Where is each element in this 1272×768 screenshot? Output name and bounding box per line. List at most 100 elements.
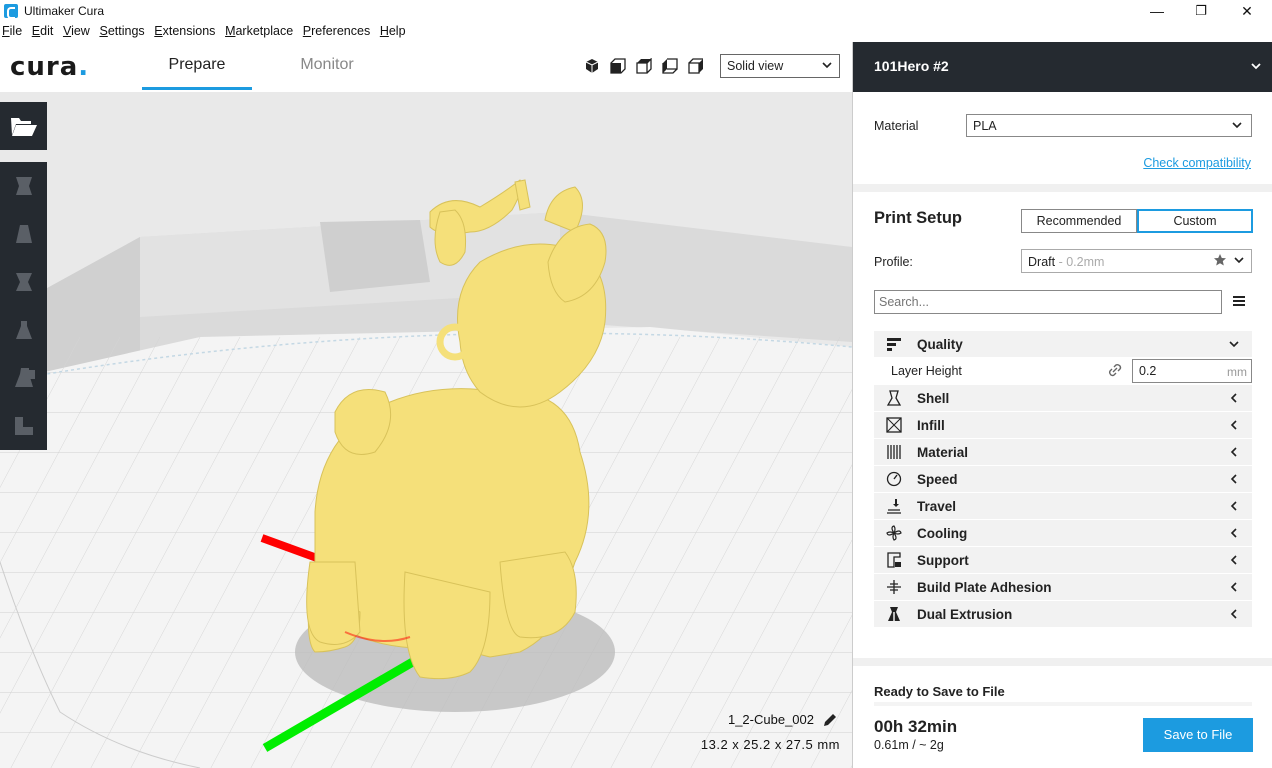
3d-viewport[interactable] (0, 92, 852, 768)
category-label: Shell (917, 391, 950, 406)
category-travel[interactable]: Travel (874, 493, 1252, 520)
check-compatibility-link[interactable]: Check compatibility (1143, 156, 1251, 170)
menu-preferences[interactable]: Preferences (303, 22, 370, 38)
view-right-icon (688, 58, 703, 74)
tool-strip (0, 162, 47, 450)
view-front-button[interactable] (610, 58, 626, 74)
window-title: Ultimaker Cura (24, 4, 105, 18)
category-label: Dual Extrusion (917, 607, 1013, 622)
view-left-icon (662, 58, 678, 74)
menu-file[interactable]: File (2, 22, 22, 38)
material-label: Material (874, 119, 919, 133)
per-model-settings-button[interactable] (0, 354, 47, 402)
support-blocker-button[interactable] (0, 402, 47, 450)
chevron-down-icon (1234, 257, 1244, 264)
dual-extrusion-icon (888, 607, 900, 621)
view-mode-value: Solid view (727, 59, 784, 73)
support-icon (887, 552, 901, 568)
category-label: Travel (917, 499, 957, 514)
menu-edit[interactable]: Edit (32, 22, 54, 38)
save-status: Ready to Save to File (874, 684, 1005, 699)
folder-open-icon (10, 118, 37, 136)
link-icon[interactable] (1108, 363, 1122, 377)
category-support[interactable]: Support (874, 547, 1252, 574)
chevron-down-icon (822, 62, 832, 69)
category-dual-extrusion[interactable]: Dual Extrusion (874, 601, 1252, 628)
tab-monitor[interactable]: Monitor (272, 56, 382, 74)
category-label: Build Plate Adhesion (917, 580, 1052, 595)
pencil-icon[interactable] (822, 712, 838, 728)
cooling-icon (886, 525, 902, 541)
hamburger-menu-icon[interactable] (1233, 294, 1245, 308)
material-select[interactable]: PLA (966, 114, 1252, 137)
view-front-icon (610, 58, 626, 74)
maximize-button[interactable]: ❐ (1178, 0, 1224, 22)
view-right-button[interactable] (688, 58, 704, 74)
view-left-button[interactable] (662, 58, 678, 74)
star-icon[interactable] (1213, 253, 1227, 267)
minimize-button[interactable]: — (1134, 0, 1180, 22)
title-bar: Ultimaker Cura — ❐ ✕ (0, 0, 1272, 22)
chevron-left-icon (1230, 474, 1237, 484)
move-tool-button[interactable] (0, 162, 47, 210)
chevron-left-icon (1230, 555, 1237, 565)
stage-toolbar: cura. Prepare Monitor Solid view (0, 42, 852, 92)
profile-select[interactable]: Draft - 0.2mm (1021, 249, 1252, 273)
category-speed[interactable]: Speed (874, 466, 1252, 493)
infill-icon (886, 417, 902, 433)
scale-icon (15, 225, 32, 243)
tab-prepare[interactable]: Prepare (142, 56, 252, 74)
settings-search-input[interactable] (874, 290, 1222, 314)
rotate-icon (15, 273, 32, 291)
menu-extensions[interactable]: Extensions (154, 22, 215, 38)
scale-tool-button[interactable] (0, 210, 47, 258)
chevron-down-icon (1232, 122, 1242, 129)
chevron-left-icon (1230, 393, 1237, 403)
category-cooling[interactable]: Cooling (874, 520, 1252, 547)
logo-dot: . (78, 52, 90, 82)
settings-category-list: Quality Layer Height 0.2 mm Shell Infill… (874, 331, 1252, 628)
view-mode-select[interactable]: Solid view (720, 54, 840, 78)
quality-icon (887, 338, 901, 351)
layer-height-unit: mm (1227, 365, 1247, 379)
profile-name: Draft (1028, 255, 1056, 269)
setting-layer-height: Layer Height 0.2 mm (874, 358, 1252, 385)
menu-marketplace[interactable]: Marketplace (225, 22, 293, 38)
setup-mode-toggle: Recommended Custom (1021, 209, 1253, 233)
close-button[interactable]: ✕ (1224, 0, 1270, 22)
view-top-icon (636, 57, 652, 74)
recommended-mode-button[interactable]: Recommended (1021, 209, 1137, 233)
save-to-file-button[interactable]: Save to File (1143, 718, 1253, 752)
menu-settings[interactable]: Settings (99, 22, 144, 38)
category-build-plate-adhesion[interactable]: Build Plate Adhesion (874, 574, 1252, 601)
custom-mode-button[interactable]: Custom (1137, 209, 1253, 233)
printer-selector[interactable]: 101Hero #2 (853, 42, 1272, 92)
slicing-progress-bar (874, 702, 1252, 706)
category-quality[interactable]: Quality (874, 331, 1252, 358)
print-time[interactable]: 00h 32min (874, 717, 957, 737)
print-setup-title: Print Setup (874, 209, 963, 227)
active-tab-indicator (142, 87, 252, 90)
layer-height-input[interactable]: 0.2 mm (1132, 359, 1252, 383)
category-infill[interactable]: Infill (874, 412, 1252, 439)
view-top-button[interactable] (636, 57, 652, 74)
menu-bar: File Edit View Settings Extensions Marke… (0, 22, 1272, 42)
support-blocker-icon (14, 417, 33, 435)
mirror-tool-button[interactable] (0, 306, 47, 354)
travel-icon (887, 499, 901, 514)
mirror-icon (15, 321, 32, 339)
chevron-left-icon (1230, 420, 1237, 430)
open-file-button[interactable] (0, 102, 47, 150)
view-3d-button[interactable] (584, 58, 600, 74)
menu-help[interactable]: Help (380, 22, 406, 38)
category-material[interactable]: Material (874, 439, 1252, 466)
per-model-settings-icon (14, 368, 35, 387)
category-label: Material (917, 445, 969, 460)
rotate-tool-button[interactable] (0, 258, 47, 306)
printer-name: 101Hero #2 (874, 58, 949, 74)
category-shell[interactable]: Shell (874, 385, 1252, 412)
category-label: Quality (917, 337, 963, 352)
menu-view[interactable]: View (63, 22, 90, 38)
category-label: Cooling (917, 526, 968, 541)
cura-window: Ultimaker Cura — ❐ ✕ File Edit View Sett… (0, 0, 1272, 768)
